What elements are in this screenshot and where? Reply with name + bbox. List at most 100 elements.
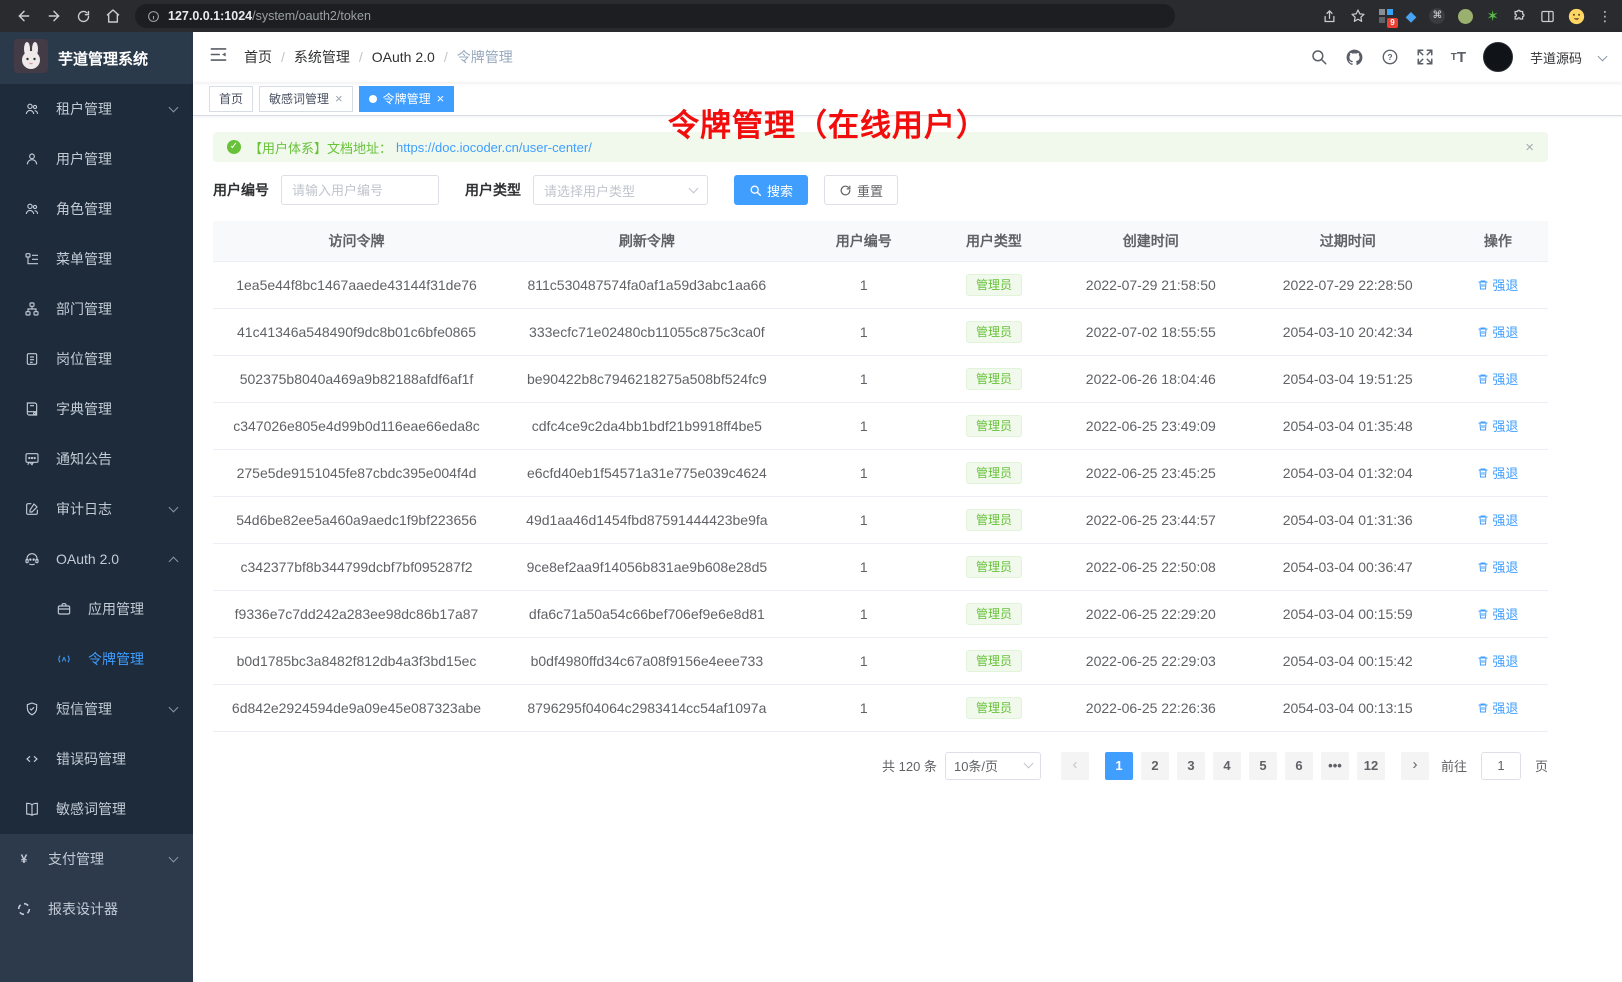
side-panel-icon[interactable] bbox=[1540, 9, 1555, 24]
tab-home[interactable]: 首页 bbox=[209, 86, 253, 112]
page-size-select[interactable]: 10条/页 bbox=[945, 752, 1041, 780]
command-extension-icon[interactable]: ⌘ bbox=[1429, 8, 1445, 24]
header-search-icon[interactable] bbox=[1310, 48, 1328, 66]
refresh-token-cell: be90422b8c7946218275a508bf524fc9 bbox=[500, 355, 794, 402]
user-id-cell: 1 bbox=[794, 684, 934, 731]
sidebar-item-role[interactable]: 角色管理 bbox=[0, 184, 193, 234]
page-button[interactable]: 2 bbox=[1141, 752, 1169, 780]
refresh-token-cell: 811c530487574fa0af1a59d3abc1aa66 bbox=[500, 261, 794, 308]
goto-page-input[interactable] bbox=[1481, 752, 1521, 780]
access-token-cell: 502375b8040a469a9b82188afdf6af1f bbox=[213, 355, 500, 402]
sidebar-item-sensitive[interactable]: 敏感词管理 bbox=[0, 784, 193, 834]
sidebar-item-dept[interactable]: 部门管理 bbox=[0, 284, 193, 334]
bookmark-star-icon[interactable] bbox=[1350, 8, 1366, 24]
expires-cell: 2022-07-29 22:28:50 bbox=[1248, 261, 1448, 308]
sidebar-item-audit[interactable]: 审计日志 bbox=[0, 484, 193, 534]
force-logout-button[interactable]: 强退 bbox=[1477, 651, 1518, 670]
sidebar-item-oauth[interactable]: OAuth 2.0 bbox=[0, 534, 193, 584]
close-icon[interactable]: × bbox=[335, 92, 343, 105]
sidebar-item-tenant[interactable]: 租户管理 bbox=[0, 84, 193, 134]
chevron-down-icon bbox=[169, 502, 179, 512]
force-logout-button[interactable]: 强退 bbox=[1477, 557, 1518, 576]
sidebar-collapse-icon[interactable] bbox=[209, 45, 228, 69]
sidebar-item-user[interactable]: 用户管理 bbox=[0, 134, 193, 184]
browser-home-icon[interactable] bbox=[105, 8, 121, 24]
badge-icon bbox=[24, 351, 40, 367]
force-logout-button[interactable]: 强退 bbox=[1477, 510, 1518, 529]
user-type-select[interactable]: 请选择用户类型 bbox=[533, 175, 708, 205]
user-icon bbox=[24, 151, 40, 167]
page-button[interactable]: 1 bbox=[1105, 752, 1133, 780]
fullscreen-icon[interactable] bbox=[1416, 48, 1434, 66]
sidebar-item-report[interactable]: 报表设计器 bbox=[0, 884, 193, 934]
page-button[interactable]: 5 bbox=[1249, 752, 1277, 780]
sidebar-item-oauth-app[interactable]: 应用管理 bbox=[0, 584, 193, 634]
breadcrumb-system[interactable]: 系统管理 bbox=[294, 47, 350, 67]
next-page-button[interactable]: › bbox=[1401, 752, 1429, 780]
sidebar-item-sms[interactable]: 短信管理 bbox=[0, 684, 193, 734]
user-menu-caret-icon[interactable] bbox=[1598, 51, 1608, 61]
star-extension-icon[interactable]: ✶ bbox=[1486, 7, 1499, 25]
refresh-token-cell: dfa6c71a50a54c66bef706ef9e6e8d81 bbox=[500, 590, 794, 637]
breadcrumb-home[interactable]: 首页 bbox=[244, 47, 272, 67]
address-bar[interactable]: 127.0.0.1:1024/system/oauth2/token bbox=[135, 4, 1175, 28]
browser-forward-icon[interactable] bbox=[46, 8, 62, 24]
font-size-icon[interactable]: TT bbox=[1451, 49, 1466, 66]
chevron-down-icon bbox=[1024, 759, 1034, 769]
sidebar-item-label: 通知公告 bbox=[56, 449, 112, 469]
col-access-token: 访问令牌 bbox=[213, 221, 500, 261]
breadcrumb-oauth[interactable]: OAuth 2.0 bbox=[372, 49, 435, 65]
user-name[interactable]: 芋道源码 bbox=[1530, 48, 1582, 67]
sidebar-item-dict[interactable]: 字典管理 bbox=[0, 384, 193, 434]
force-logout-button[interactable]: 强退 bbox=[1477, 463, 1518, 482]
user-avatar[interactable] bbox=[1483, 42, 1513, 72]
github-icon[interactable] bbox=[1345, 48, 1364, 67]
prev-page-button[interactable]: ‹ bbox=[1061, 752, 1089, 780]
force-logout-button[interactable]: 强退 bbox=[1477, 604, 1518, 623]
green-dot-extension-icon[interactable] bbox=[1458, 9, 1473, 24]
sidebar-item-menu[interactable]: 菜单管理 bbox=[0, 234, 193, 284]
page-button[interactable]: ••• bbox=[1321, 752, 1349, 780]
report-designer-icon bbox=[16, 901, 32, 917]
help-icon[interactable]: ? bbox=[1381, 48, 1399, 66]
site-info-icon[interactable] bbox=[147, 10, 160, 23]
page-button[interactable]: 3 bbox=[1177, 752, 1205, 780]
expires-cell: 2054-03-04 01:35:48 bbox=[1248, 402, 1448, 449]
search-button[interactable]: 搜索 bbox=[734, 175, 808, 205]
alert-close-icon[interactable]: × bbox=[1525, 139, 1534, 156]
sidebar-item-oauth-token[interactable]: A 令牌管理 bbox=[0, 634, 193, 684]
open-book-icon bbox=[24, 801, 40, 817]
reset-button[interactable]: 重置 bbox=[824, 175, 898, 205]
chrome-menu-icon[interactable]: ⋮ bbox=[1598, 8, 1612, 25]
force-logout-button[interactable]: 强退 bbox=[1477, 369, 1518, 388]
sidebar-item-pay[interactable]: ¥ 支付管理 bbox=[0, 834, 193, 884]
sidebar-item-errorcode[interactable]: 错误码管理 bbox=[0, 734, 193, 784]
app-logo-bar[interactable]: 芋道管理系统 bbox=[0, 32, 193, 84]
browser-back-icon[interactable] bbox=[16, 8, 32, 24]
tab-sensitive-words[interactable]: 敏感词管理× bbox=[259, 86, 353, 112]
close-icon[interactable]: × bbox=[437, 92, 445, 105]
table-row: b0d1785bc3a8482f812db4a3f3bd15ec b0df498… bbox=[213, 637, 1548, 684]
browser-reload-icon[interactable] bbox=[76, 9, 91, 24]
col-refresh-token: 刷新令牌 bbox=[500, 221, 794, 261]
force-logout-button[interactable]: 强退 bbox=[1477, 275, 1518, 294]
doc-link[interactable]: https://doc.iocoder.cn/user-center/ bbox=[396, 140, 592, 155]
screenshot-extension-icon[interactable]: 9 bbox=[1379, 9, 1393, 23]
user-id-input[interactable] bbox=[281, 175, 439, 205]
sidebar-item-notice[interactable]: 通知公告 bbox=[0, 434, 193, 484]
tab-token[interactable]: 令牌管理× bbox=[359, 86, 455, 112]
app-title: 芋道管理系统 bbox=[58, 48, 148, 69]
profile-avatar-icon[interactable] bbox=[1568, 8, 1585, 25]
page-button[interactable]: 12 bbox=[1357, 752, 1385, 780]
force-logout-button[interactable]: 强退 bbox=[1477, 698, 1518, 717]
page-button[interactable]: 4 bbox=[1213, 752, 1241, 780]
share-icon[interactable] bbox=[1322, 9, 1337, 24]
extensions-puzzle-icon[interactable] bbox=[1512, 9, 1527, 24]
sidebar-item-post[interactable]: 岗位管理 bbox=[0, 334, 193, 384]
force-logout-button[interactable]: 强退 bbox=[1477, 322, 1518, 341]
expires-cell: 2054-03-04 19:51:25 bbox=[1248, 355, 1448, 402]
gem-extension-icon[interactable]: ◆ bbox=[1406, 8, 1417, 25]
access-token-cell: 41c41346a548490f9dc8b01c6bfe0865 bbox=[213, 308, 500, 355]
force-logout-button[interactable]: 强退 bbox=[1477, 416, 1518, 435]
page-button[interactable]: 6 bbox=[1285, 752, 1313, 780]
